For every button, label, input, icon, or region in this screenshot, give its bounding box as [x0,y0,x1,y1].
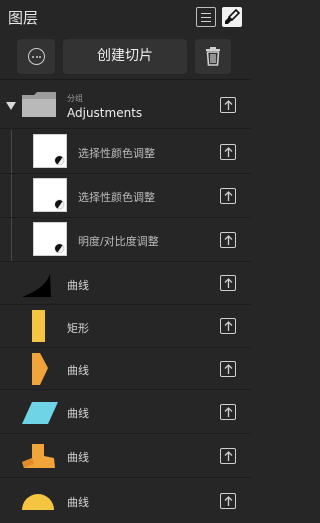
layers-toolbar: 创建切片 [0,34,251,80]
black-curve-shape-thumbnail [22,274,51,297]
more-options-button[interactable] [17,39,55,74]
more-icon [28,48,45,65]
brush-icon [225,8,241,24]
layer-label: 曲线 [67,496,89,509]
layer-upload-button[interactable] [220,404,236,420]
layer-label: 曲线 [67,364,89,377]
layer-upload-button[interactable] [220,144,236,160]
arrow-up-icon [224,278,233,288]
layer-upload-button[interactable] [220,318,236,334]
group-upload-button[interactable] [220,97,236,113]
arrow-up-icon [224,191,233,201]
group-name-label: Adjustments [67,106,143,120]
panel-header: 图层 [0,0,251,34]
arrow-up-icon [224,451,233,461]
group-type-label: 分组 [67,94,83,103]
arrow-up-icon [224,496,233,506]
adjustment-label: 选择性颜色调整 [78,147,155,160]
layer-label: 曲线 [67,279,89,292]
arrow-up-icon [224,235,233,245]
yellow-semicircle-shape-thumbnail [22,494,54,510]
layer-row[interactable]: 曲线 [0,434,251,478]
layer-label: 曲线 [67,451,89,464]
layer-upload-button[interactable] [220,188,236,204]
folder-icon [22,92,56,117]
group-row-adjustments[interactable]: 分组 Adjustments [0,81,251,129]
layer-row[interactable]: 曲线 [0,348,251,390]
layer-upload-button[interactable] [220,232,236,248]
pin-button[interactable] [222,7,242,27]
arrow-up-icon [224,364,233,374]
yellow-rectangle-shape-thumbnail [32,310,45,342]
orange-boot-shape-thumbnail [22,444,55,468]
menu-button[interactable] [196,7,216,27]
panel-title: 图层 [8,9,39,27]
adjustment-row[interactable]: 明度/对比度调整 [0,218,251,262]
adjustment-thumbnail [33,178,67,212]
adjustment-row[interactable]: 选择性颜色调整 [0,174,251,218]
arrow-up-icon [224,100,233,110]
layer-upload-button[interactable] [220,448,236,464]
layer-upload-button[interactable] [220,275,236,291]
delete-button[interactable] [195,39,231,74]
layer-row[interactable]: 矩形 [0,305,251,348]
adjustment-label: 选择性颜色调整 [78,191,155,204]
layer-upload-button[interactable] [220,493,236,509]
layers-panel: 图层 创建切片 分组 Adjustments 选择性颜色调整 选择性颜色调整 明… [0,0,251,523]
layer-label: 曲线 [67,407,89,420]
layer-upload-button[interactable] [220,361,236,377]
adjustment-icon [54,155,65,166]
orange-pentagon-shape-thumbnail [32,353,48,385]
layer-label: 矩形 [67,322,89,335]
adjustment-icon [54,199,65,210]
adjustment-thumbnail [33,134,67,168]
adjustment-row[interactable]: 选择性颜色调整 [0,130,251,174]
layer-row[interactable]: 曲线 [0,478,251,523]
adjustment-thumbnail [33,222,67,256]
adjustment-label: 明度/对比度调整 [78,235,159,248]
cyan-parallelogram-shape-thumbnail [22,402,58,424]
trash-icon [206,47,220,66]
create-slice-button[interactable]: 创建切片 [63,39,187,74]
arrow-up-icon [224,147,233,157]
arrow-up-icon [224,321,233,331]
layer-row[interactable]: 曲线 [0,390,251,434]
arrow-up-icon [224,407,233,417]
expand-arrow-icon[interactable] [6,101,16,111]
layer-row[interactable]: 曲线 [0,262,251,305]
adjustment-icon [54,243,65,254]
